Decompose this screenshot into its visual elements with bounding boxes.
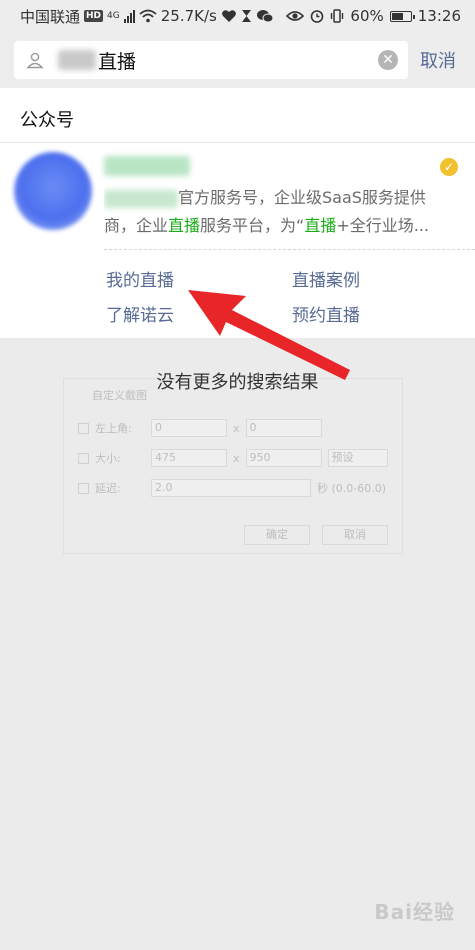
ghost-screenshot-dialog: 自定义截图 左上角: 0 x 0 大小: 475 x 950 预设 延迟: 2.…: [63, 378, 403, 554]
ghost-label: 左上角:: [95, 422, 132, 435]
clock: 13:26: [417, 7, 461, 25]
status-left: 中国联通 HD 4G 25.7K/s: [20, 6, 274, 27]
ghost-row-position: 左上角: 0 x 0: [78, 419, 322, 437]
carrier-label: 中国联通: [20, 7, 81, 26]
alarm-icon: [311, 10, 324, 23]
clear-icon[interactable]: ✕: [378, 50, 398, 70]
ghost-sep: x: [233, 451, 240, 465]
baidu-watermark: Bai经验: [374, 900, 455, 924]
ghost-checkbox: [78, 482, 89, 494]
hd-badge: HD: [84, 10, 104, 22]
ghost-label: 大小:: [95, 452, 121, 465]
keyword-highlight: 直播: [168, 216, 201, 235]
ghost-input: 0: [245, 419, 322, 437]
results-card: 公众号 ✓ 官方服务号，企业级SaaS服务提供 商，企业直播服务平台，为“直播+…: [0, 88, 475, 338]
account-avatar[interactable]: [14, 152, 92, 230]
ghost-row-size: 大小: 475 x 950 预设: [78, 449, 388, 467]
blurred-query-prefix: [58, 50, 96, 70]
search-bar: 直播 ✕ 取消: [0, 32, 475, 88]
ghost-input: 950: [245, 449, 322, 467]
no-more-results: 没有更多的搜索结果: [156, 372, 319, 393]
divider: [0, 142, 475, 143]
dashed-divider: [104, 249, 475, 250]
menu-my-live[interactable]: 我的直播: [106, 266, 174, 291]
wechat-icon: [256, 10, 274, 23]
menu-book-live[interactable]: 预约直播: [292, 301, 360, 326]
hourglass-icon: [241, 10, 251, 22]
search-query: 直播: [98, 50, 137, 73]
blurred-account-name[interactable]: [104, 156, 190, 176]
heart-pulse-icon: [221, 10, 236, 22]
description-text: 服务平台，为“: [200, 216, 305, 235]
ghost-input: 2.0: [151, 479, 311, 497]
ghost-cancel-button: 取消: [322, 525, 388, 545]
description-text: +全行业场...: [336, 216, 430, 235]
ghost-input: 475: [151, 449, 227, 467]
status-bar: 中国联通 HD 4G 25.7K/s 60% 13:26: [0, 0, 475, 32]
wifi-icon: [139, 9, 157, 23]
battery-percent: 60%: [350, 7, 384, 25]
ghost-checkbox: [78, 422, 89, 434]
description-line-2: 商，企业直播服务平台，为“直播+全行业场...: [104, 212, 458, 240]
ghost-row-delay: 延迟: 2.0 秒 (0.0-60.0): [78, 479, 386, 497]
signal-icon: [123, 9, 135, 23]
network-speed: 25.7K/s: [160, 7, 217, 25]
user-icon: [26, 52, 44, 69]
description-text: 商，企业: [104, 216, 169, 235]
search-input[interactable]: 直播 ✕: [14, 41, 408, 79]
verified-icon: ✓: [440, 158, 458, 176]
section-title: 公众号: [20, 110, 74, 131]
eye-icon: [286, 11, 305, 21]
ghost-unit: 秒 (0.0-60.0): [317, 482, 387, 495]
ghost-label: 延迟:: [95, 482, 121, 495]
ghost-select: 预设: [327, 449, 388, 467]
status-right: 60% 13:26: [286, 7, 461, 25]
ghost-ok-button: 确定: [244, 525, 310, 545]
blurred-brand-name: [104, 189, 178, 208]
cancel-button[interactable]: 取消: [420, 47, 456, 73]
vibrate-icon: [331, 9, 344, 23]
keyword-highlight: 直播: [304, 216, 337, 235]
menu-live-cases[interactable]: 直播案例: [292, 266, 360, 291]
account-description[interactable]: 官方服务号，企业级SaaS服务提供 商，企业直播服务平台，为“直播+全行业场..…: [104, 184, 458, 240]
menu-about[interactable]: 了解诺云: [106, 301, 174, 326]
ghost-input: 0: [151, 419, 227, 437]
description-line-1: 官方服务号，企业级SaaS服务提供: [104, 184, 458, 212]
description-text: 官方服务号，企业级SaaS服务提供: [178, 188, 426, 207]
ghost-sep: x: [233, 421, 240, 435]
battery-icon: [389, 10, 415, 22]
ghost-checkbox: [78, 452, 89, 464]
network-type: 4G: [107, 11, 120, 21]
